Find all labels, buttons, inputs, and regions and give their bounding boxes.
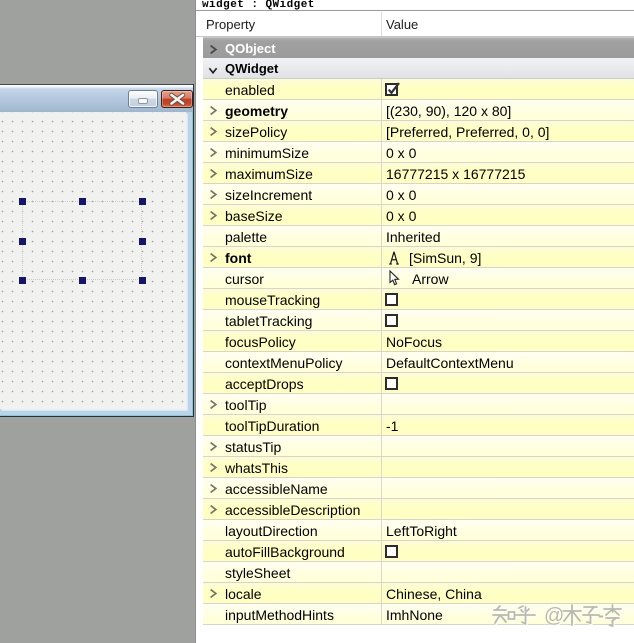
svg-text:@: @: [544, 605, 564, 627]
svg-text:-: -: [598, 606, 604, 625]
